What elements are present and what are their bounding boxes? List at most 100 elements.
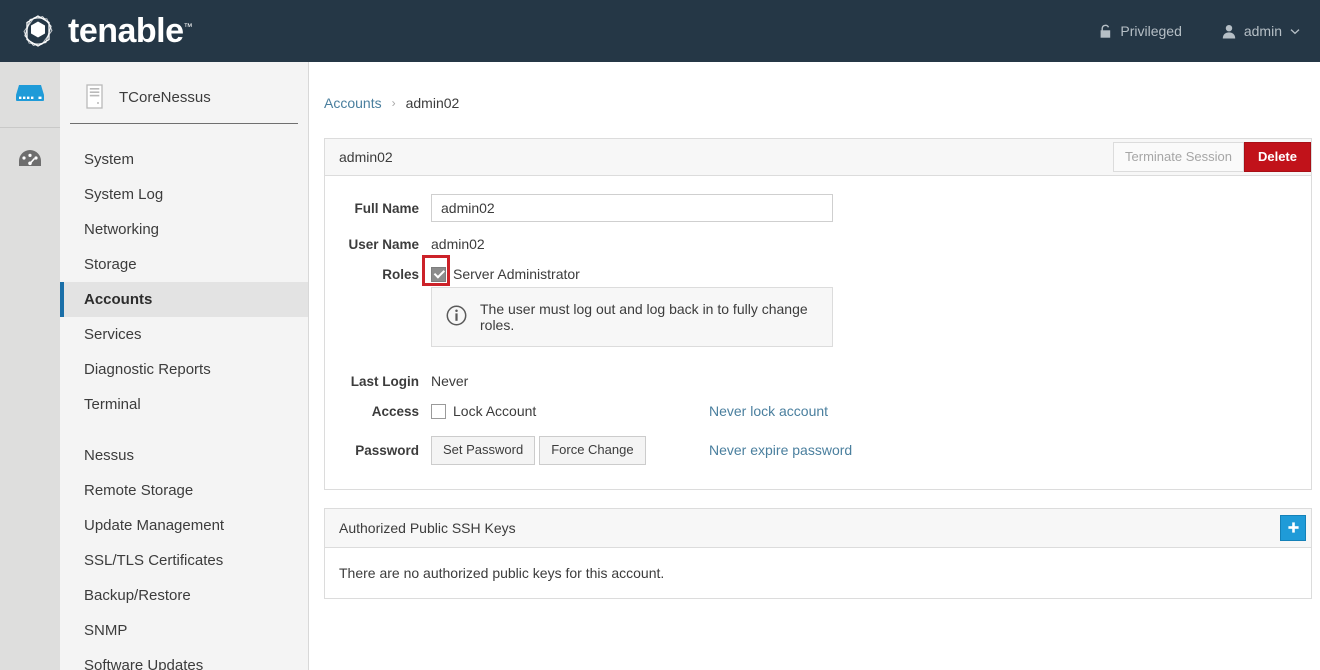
account-panel-body: Full Name User Name admin02 Roles Server…: [325, 176, 1311, 489]
tenable-logo-icon: [18, 11, 58, 51]
sidebar-item-label: System Log: [84, 186, 164, 203]
force-change-button[interactable]: Force Change: [539, 436, 646, 465]
lock-account-checkbox[interactable]: [431, 403, 446, 419]
sidebar-item-snmp[interactable]: SNMP: [60, 613, 308, 648]
ssh-keys-panel-header: Authorized Public SSH Keys: [325, 508, 1311, 548]
user-name-row: User Name admin02: [339, 236, 1297, 252]
full-name-label: Full Name: [354, 200, 419, 216]
last-login-row: Last Login Never: [339, 373, 1297, 389]
info-icon: [446, 305, 467, 329]
password-actions: Set Password Force Change: [431, 436, 646, 465]
roles-info-text: The user must log out and log back in to…: [480, 301, 808, 333]
chevron-down-icon: [1290, 28, 1300, 35]
ssh-keys-panel-title: Authorized Public SSH Keys: [339, 519, 516, 536]
appliance-icon: [13, 81, 47, 108]
roles-info-box: The user must log out and log back in to…: [431, 287, 833, 347]
user-icon: [1222, 24, 1236, 39]
sidebar-item-label: Remote Storage: [84, 482, 194, 499]
ssh-keys-empty-text: There are no authorized public keys for …: [339, 564, 665, 581]
terminate-session-button[interactable]: Terminate Session: [1113, 141, 1244, 173]
password-row: Password Set Password Force Change Never…: [339, 436, 1297, 465]
server-administrator-label: Server Administrator: [453, 266, 580, 282]
sidebar-item-diagnostic-reports[interactable]: Diagnostic Reports: [60, 352, 308, 387]
sidebar-group-divider: [60, 422, 308, 438]
sidebar-item-storage[interactable]: Storage: [60, 247, 308, 282]
sidebar-item-system-log[interactable]: System Log: [60, 177, 308, 212]
breadcrumb-accounts-link[interactable]: Accounts: [324, 95, 382, 111]
sidebar-item-remote-storage[interactable]: Remote Storage: [60, 473, 308, 508]
sidebar-item-label: Diagnostic Reports: [84, 361, 211, 378]
privileged-indicator[interactable]: Privileged: [1099, 23, 1182, 39]
server-tower-icon: [86, 83, 105, 112]
sidebar-item-label: Networking: [84, 221, 160, 238]
lock-icon: [1099, 24, 1112, 39]
lock-account-label: Lock Account: [453, 403, 537, 419]
sidebar-item-label: Update Management: [84, 517, 225, 534]
account-panel-actions: Terminate Session Delete: [1113, 139, 1311, 175]
user-menu[interactable]: admin: [1222, 23, 1300, 39]
sidebar-item-label: Storage: [84, 256, 137, 273]
user-name-label: admin: [1243, 23, 1282, 39]
access-row: Access Lock Account Never lock account: [339, 403, 1297, 419]
brand-logo-area[interactable]: tenable™: [18, 11, 193, 51]
sidebar-item-system[interactable]: System: [60, 142, 308, 177]
account-panel-header: admin02 Terminate Session Delete: [325, 139, 1311, 176]
sidebar-item-ssl-tls-certificates[interactable]: SSL/TLS Certificates: [60, 543, 308, 578]
privileged-label: Privileged: [1120, 23, 1182, 39]
dashboard-icon: [16, 147, 44, 174]
breadcrumb-separator-icon: ›: [391, 96, 396, 110]
add-ssh-key-button[interactable]: [1280, 514, 1306, 541]
full-name-input[interactable]: [431, 194, 833, 222]
server-administrator-checkbox[interactable]: [431, 266, 446, 282]
plus-icon: [1287, 519, 1300, 537]
lock-account-option[interactable]: Lock Account: [431, 403, 536, 419]
account-panel-title: admin02: [339, 149, 393, 165]
sidebar-item-services[interactable]: Services: [60, 317, 308, 352]
sidebar-item-label: SSL/TLS Certificates: [84, 552, 224, 569]
breadcrumb-current: admin02: [405, 95, 460, 111]
sidebar-item-label: Services: [84, 326, 142, 343]
sidebar-item-label: System: [84, 151, 135, 168]
full-name-row: Full Name: [339, 194, 1297, 222]
password-label: Password: [355, 442, 419, 458]
roles-option[interactable]: Server Administrator: [431, 266, 580, 282]
sidebar-item-label: Nessus: [84, 447, 135, 464]
sidebar-item-networking[interactable]: Networking: [60, 212, 308, 247]
ssh-keys-panel: Authorized Public SSH Keys There are no …: [324, 507, 1312, 599]
set-password-button[interactable]: Set Password: [431, 436, 536, 465]
user-name-value: admin02: [431, 236, 485, 252]
brand-name: tenable™: [68, 12, 193, 50]
sidebar-item-backup-restore[interactable]: Backup/Restore: [60, 578, 308, 613]
sidebar-item-accounts[interactable]: Accounts: [60, 282, 308, 317]
sidebar-item-software-updates[interactable]: Software Updates: [60, 648, 308, 670]
sidebar-nav: System System Log Networking Storage Acc…: [60, 142, 308, 670]
sidebar-host-name: TCoreNessus: [119, 89, 211, 106]
sidebar-item-terminal[interactable]: Terminal: [60, 387, 308, 422]
rail-item-appliance[interactable]: [0, 62, 60, 127]
roles-label: Roles: [382, 266, 419, 282]
sidebar-item-update-management[interactable]: Update Management: [60, 508, 308, 543]
sidebar-item-label: Terminal: [84, 396, 141, 413]
delete-button[interactable]: Delete: [1243, 141, 1311, 173]
account-panel: admin02 Terminate Session Delete Full Na…: [324, 138, 1312, 490]
sidebar-host-header[interactable]: TCoreNessus: [70, 72, 298, 124]
last-login-label: Last Login: [350, 373, 419, 389]
access-label: Access: [371, 403, 419, 419]
user-name-label: User Name: [348, 236, 419, 252]
sidebar-item-label: SNMP: [84, 622, 128, 639]
icon-rail: [0, 62, 60, 670]
sidebar: TCoreNessus System System Log Networking…: [60, 62, 309, 670]
ssh-keys-panel-actions: [1280, 509, 1311, 547]
sidebar-item-nessus[interactable]: Nessus: [60, 438, 308, 473]
never-expire-password-link[interactable]: Never expire password: [709, 442, 852, 458]
never-lock-account-link[interactable]: Never lock account: [709, 403, 828, 419]
top-bar-right: Privileged admin: [1059, 23, 1300, 39]
sidebar-item-label: Accounts: [84, 291, 153, 308]
brand-trademark: ™: [183, 21, 193, 32]
rail-item-dashboard[interactable]: [0, 127, 60, 192]
sidebar-item-label: Software Updates: [84, 657, 204, 670]
last-login-value: Never: [431, 373, 469, 389]
top-bar: tenable™ Privileged admin: [0, 0, 1320, 62]
roles-row: Roles Server Administrator: [339, 255, 1297, 286]
breadcrumb: Accounts › admin02: [310, 62, 1320, 111]
